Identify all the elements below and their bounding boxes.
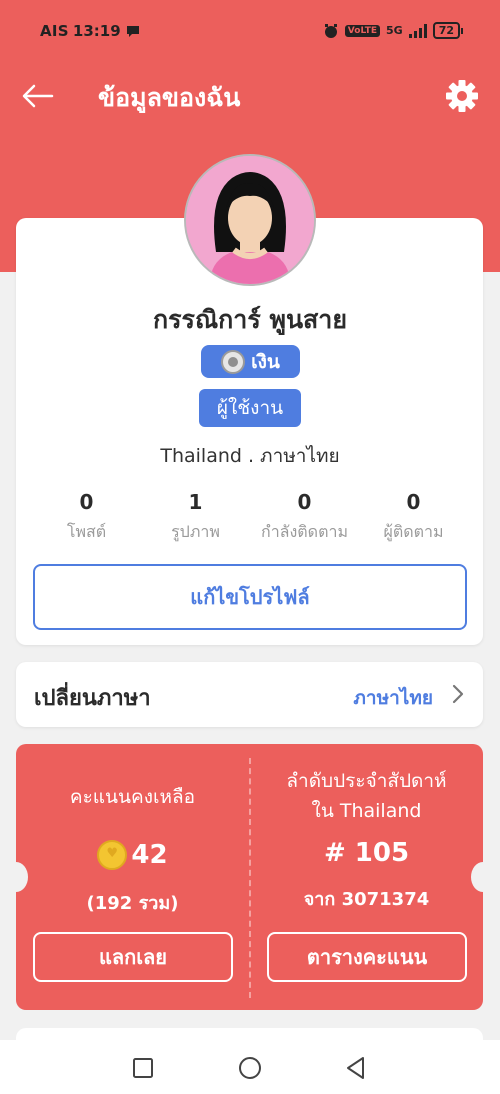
change-language-label: เปลี่ยนภาษา — [34, 686, 151, 711]
edit-profile-button[interactable]: แก้ไขโปรไฟล์ — [33, 564, 467, 630]
top-bar: ข้อมูลของฉัน — [0, 64, 500, 128]
stat-label: โพสต์ — [66, 522, 107, 541]
leaderboard-button[interactable]: ตารางคะแนน — [267, 932, 467, 982]
chevron-right-icon — [452, 684, 464, 704]
stat-value: 0 — [297, 490, 312, 514]
rank-badge-label: เงิน — [251, 350, 280, 373]
battery-indicator: 72 — [432, 22, 464, 39]
stat-label: กำลังติดตาม — [261, 522, 348, 541]
stat-value: 0 — [79, 490, 94, 514]
stat-label: ผู้ติดตาม — [383, 522, 444, 541]
stat-label: รูปภาพ — [171, 522, 220, 541]
stat-posts[interactable]: 0 โพสต์ — [32, 490, 141, 545]
user-name: กรรณิการ์ พูนสาย — [152, 305, 347, 334]
silver-medal-icon — [221, 349, 246, 374]
back-triangle-icon[interactable] — [342, 1054, 370, 1082]
redeem-button[interactable]: แลกเลย — [33, 932, 233, 982]
rank-number: # 105 — [323, 838, 410, 868]
profile-stats: 0 โพสต์ 1 รูปภาพ 0 กำลังติดตาม 0 ผู้ติดต… — [32, 490, 468, 550]
stat-photos[interactable]: 1 รูปภาพ — [141, 490, 250, 545]
stat-following[interactable]: 0 กำลังติดตาม — [250, 490, 359, 545]
points-section: คะแนนคงเหลือ 42 (192 รวม) — [16, 744, 249, 917]
recents-square-icon[interactable] — [129, 1054, 157, 1082]
signal-icon — [408, 23, 427, 38]
system-nav-bar — [0, 1040, 500, 1094]
stat-followers[interactable]: 0 ผู้ติดตาม — [359, 490, 468, 545]
rank-total: จาก 3071374 — [303, 889, 430, 910]
change-language-row[interactable]: เปลี่ยนภาษา ภาษาไทย — [16, 662, 483, 727]
status-bar: AIS 13:19 VoLTE 5G 72 — [0, 0, 500, 64]
clock: 13:19 — [72, 22, 121, 40]
page-title: ข้อมูลของฉัน — [98, 83, 241, 112]
role-badge: ผู้ใช้งาน — [199, 389, 301, 427]
home-circle-icon[interactable] — [236, 1054, 264, 1082]
alarm-icon — [324, 23, 337, 38]
coin-balance: 42 — [16, 840, 249, 870]
avatar[interactable] — [184, 154, 316, 286]
weekly-rank-label: ลำดับประจำสัปดาห์ ใน Thailand — [250, 766, 483, 826]
weekly-rank-label-line1: ลำดับประจำสัปดาห์ — [286, 770, 447, 792]
coin-icon — [97, 840, 128, 870]
total-points: (192 รวม) — [86, 893, 179, 914]
current-language: ภาษาไทย — [353, 687, 433, 709]
gear-icon[interactable] — [442, 76, 482, 116]
weekly-rank-label-line2: ใน Thailand — [311, 800, 422, 822]
chat-bubble-icon — [126, 26, 139, 37]
locale-text: Thailand . ภาษาไทย — [160, 445, 340, 467]
stat-value: 1 — [188, 490, 203, 514]
score-card: คะแนนคงเหลือ 42 (192 รวม) ลำดับประจำสัปด… — [4, 744, 495, 1010]
weekly-rank-section: ลำดับประจำสัปดาห์ ใน Thailand # 105 จาก … — [250, 744, 483, 913]
volte-badge: VoLTE — [344, 24, 380, 37]
back-arrow-icon[interactable] — [18, 76, 58, 116]
remaining-points-label: คะแนนคงเหลือ — [69, 786, 196, 808]
carrier-label: AIS — [40, 22, 69, 40]
coin-count: 42 — [131, 840, 168, 870]
stat-value: 0 — [406, 490, 421, 514]
network-type: 5G — [386, 24, 403, 37]
avatar-illustration — [186, 156, 314, 284]
rank-badge: เงิน — [201, 345, 300, 378]
